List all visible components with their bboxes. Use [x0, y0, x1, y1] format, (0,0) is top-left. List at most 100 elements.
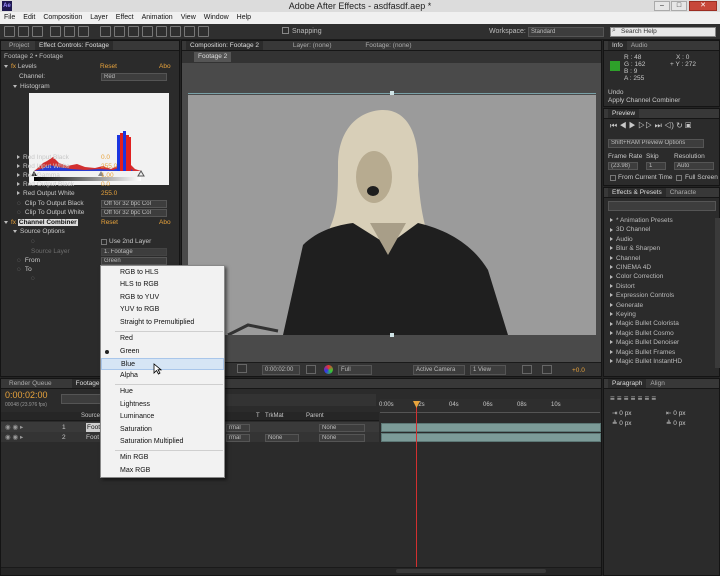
effects-category-item[interactable]: Magic Bullet Frames — [610, 348, 675, 358]
effects-category-item[interactable]: Magic Bullet InstantHD — [610, 357, 682, 367]
menu-file[interactable]: File — [0, 12, 19, 24]
indent-left[interactable]: ⇥ 0 px — [612, 409, 632, 418]
close-button[interactable]: ✕ — [689, 1, 717, 11]
effects-category-item[interactable]: Generate — [610, 301, 643, 311]
levels-effect-header[interactable]: fx Levels — [4, 62, 37, 71]
pan-behind-tool-icon[interactable] — [78, 26, 89, 37]
effects-category-item[interactable]: Channel — [610, 254, 640, 264]
tab-align[interactable]: Align — [646, 379, 668, 388]
effects-category-item[interactable]: Blur & Sharpen — [610, 244, 660, 254]
timeline-icon[interactable] — [542, 365, 552, 374]
from-current-checkbox[interactable] — [610, 175, 616, 181]
menu-item-hue[interactable]: Hue — [101, 386, 224, 398]
roto-brush-tool-icon[interactable] — [184, 26, 195, 37]
brush-tool-icon[interactable] — [142, 26, 153, 37]
menu-effect[interactable]: Effect — [112, 12, 138, 24]
from-select[interactable]: Green — [101, 257, 167, 265]
eraser-tool-icon[interactable] — [170, 26, 181, 37]
layer-2-name[interactable]: Foot — [86, 433, 99, 442]
space-after[interactable]: ≜ 0 px — [666, 419, 686, 428]
tab-character[interactable]: Characte — [666, 188, 700, 197]
channel-select[interactable]: Red — [101, 73, 167, 81]
current-time-indicator[interactable] — [416, 401, 417, 575]
layer-2-mode[interactable]: rmal — [226, 434, 250, 442]
menu-help[interactable]: Help — [233, 12, 255, 24]
menu-item-max-rgb[interactable]: Max RGB — [101, 465, 224, 477]
snapping-checkbox[interactable] — [282, 27, 289, 34]
workspace-select[interactable]: Standard — [528, 27, 604, 37]
tab-render-queue[interactable]: Render Queue — [5, 379, 56, 388]
menu-item-yuv-to-rgb[interactable]: YUV to RGB — [101, 304, 224, 316]
red-output-black-label[interactable]: Red Output Black — [17, 180, 74, 189]
red-input-white-label[interactable]: Red Input White — [17, 162, 70, 171]
use-2nd-layer-checkbox[interactable] — [101, 239, 107, 245]
tab-composition[interactable]: Composition: Footage 2 — [186, 41, 264, 50]
menu-item-hls-to-rgb[interactable]: HLS to RGB — [101, 279, 224, 291]
red-output-white-label[interactable]: Red Output White — [17, 189, 75, 198]
zoom-tool-icon[interactable] — [32, 26, 43, 37]
menu-item-lightness[interactable]: Lightness — [101, 399, 224, 411]
effects-category-item[interactable]: Distort — [610, 282, 635, 292]
snapshot-icon[interactable] — [237, 364, 247, 373]
rotate-tool-icon[interactable] — [50, 26, 61, 37]
resolution-select[interactable]: Full — [338, 365, 372, 375]
indent-right[interactable]: ⇤ 0 px — [666, 409, 686, 418]
effects-category-item[interactable]: * Animation Presets — [610, 216, 673, 226]
effects-category-item[interactable]: Magic Bullet Colorista — [610, 319, 679, 329]
resolution-select-preview[interactable]: Auto — [674, 162, 714, 170]
tab-effects-presets[interactable]: Effects & Presets — [608, 188, 666, 197]
pen-tool-icon[interactable] — [114, 26, 125, 37]
composition-viewer[interactable] — [188, 95, 596, 335]
comp-breadcrumb-tab[interactable]: Footage 2 — [194, 52, 232, 62]
menu-item-straight-to-premultiplied[interactable]: Straight to Premultiplied — [101, 317, 224, 329]
clip-output-white-select[interactable]: Off for 32 bpc Col — [101, 209, 167, 217]
layer-2-bar[interactable] — [381, 433, 601, 442]
menu-item-luminance[interactable]: Luminance — [101, 411, 224, 423]
tab-effect-controls[interactable]: Effect Controls: Footage — [35, 41, 114, 50]
selection-tool-icon[interactable] — [4, 26, 15, 37]
tab-footage[interactable]: Footage: (none) — [361, 41, 415, 50]
camera-select[interactable]: Active Camera — [413, 365, 465, 375]
layer-1-mode[interactable]: rmal — [226, 424, 250, 432]
menu-animation[interactable]: Animation — [138, 12, 177, 24]
effects-category-item[interactable]: Magic Bullet Denoiser — [610, 338, 679, 348]
effects-category-item[interactable]: Magic Bullet Cosmo — [610, 329, 674, 339]
skip-select[interactable]: 1 — [646, 162, 666, 170]
effects-scrollbar[interactable] — [715, 218, 720, 368]
red-output-white-value[interactable]: 255.0 — [101, 189, 117, 198]
menu-edit[interactable]: Edit — [19, 12, 39, 24]
text-tool-icon[interactable] — [128, 26, 139, 37]
effects-category-item[interactable]: Keying — [610, 310, 636, 320]
menu-composition[interactable]: Composition — [39, 12, 86, 24]
menu-layer[interactable]: Layer — [86, 12, 112, 24]
menu-item-saturation-multiplied[interactable]: Saturation Multiplied — [101, 436, 224, 448]
current-time-display[interactable]: 0:00:02:00 — [262, 365, 300, 375]
transport-controls[interactable]: ⏮ ◀ ▶ ▷▷ ⏭ ◁) ↻ ▣ — [610, 121, 691, 130]
zoom-slider[interactable] — [396, 569, 546, 573]
red-gamma-value[interactable]: 1.00 — [101, 171, 114, 180]
effects-category-item[interactable]: CINEMA 4D — [610, 263, 651, 273]
fast-preview-icon[interactable] — [522, 365, 532, 374]
hand-tool-icon[interactable] — [18, 26, 29, 37]
camera-icon[interactable] — [306, 365, 316, 374]
tab-info[interactable]: Info — [608, 41, 627, 50]
effects-category-item[interactable]: Color Correction — [610, 272, 663, 282]
menu-view[interactable]: View — [177, 12, 200, 24]
timeline-search-input[interactable] — [61, 394, 101, 404]
minimize-button[interactable]: – — [654, 1, 670, 11]
clip-output-black-select[interactable]: Off for 32 bpc Col — [101, 200, 167, 208]
effects-search-input[interactable] — [608, 201, 716, 211]
red-output-black-value[interactable]: 0.0 — [101, 180, 110, 189]
layer-1-parent[interactable]: None — [319, 424, 365, 432]
red-input-black-value[interactable]: 0.0 — [101, 153, 110, 162]
menu-item-rgb-to-hls[interactable]: RGB to HLS — [101, 267, 224, 279]
layer-1-name[interactable]: Foot — [86, 423, 102, 432]
camera-tool-icon[interactable] — [64, 26, 75, 37]
levels-about[interactable]: Abo — [159, 62, 171, 71]
full-screen-checkbox[interactable] — [676, 175, 682, 181]
layer-2-switches[interactable]: ◉ ◉ ▸ — [5, 433, 23, 442]
menu-item-min-rgb[interactable]: Min RGB — [101, 452, 224, 464]
layer-1-switches[interactable]: ◉ ◉ ▸ — [5, 423, 23, 432]
layer-2-parent[interactable]: None — [319, 434, 365, 442]
menu-item-blue[interactable]: Blue — [101, 358, 224, 370]
